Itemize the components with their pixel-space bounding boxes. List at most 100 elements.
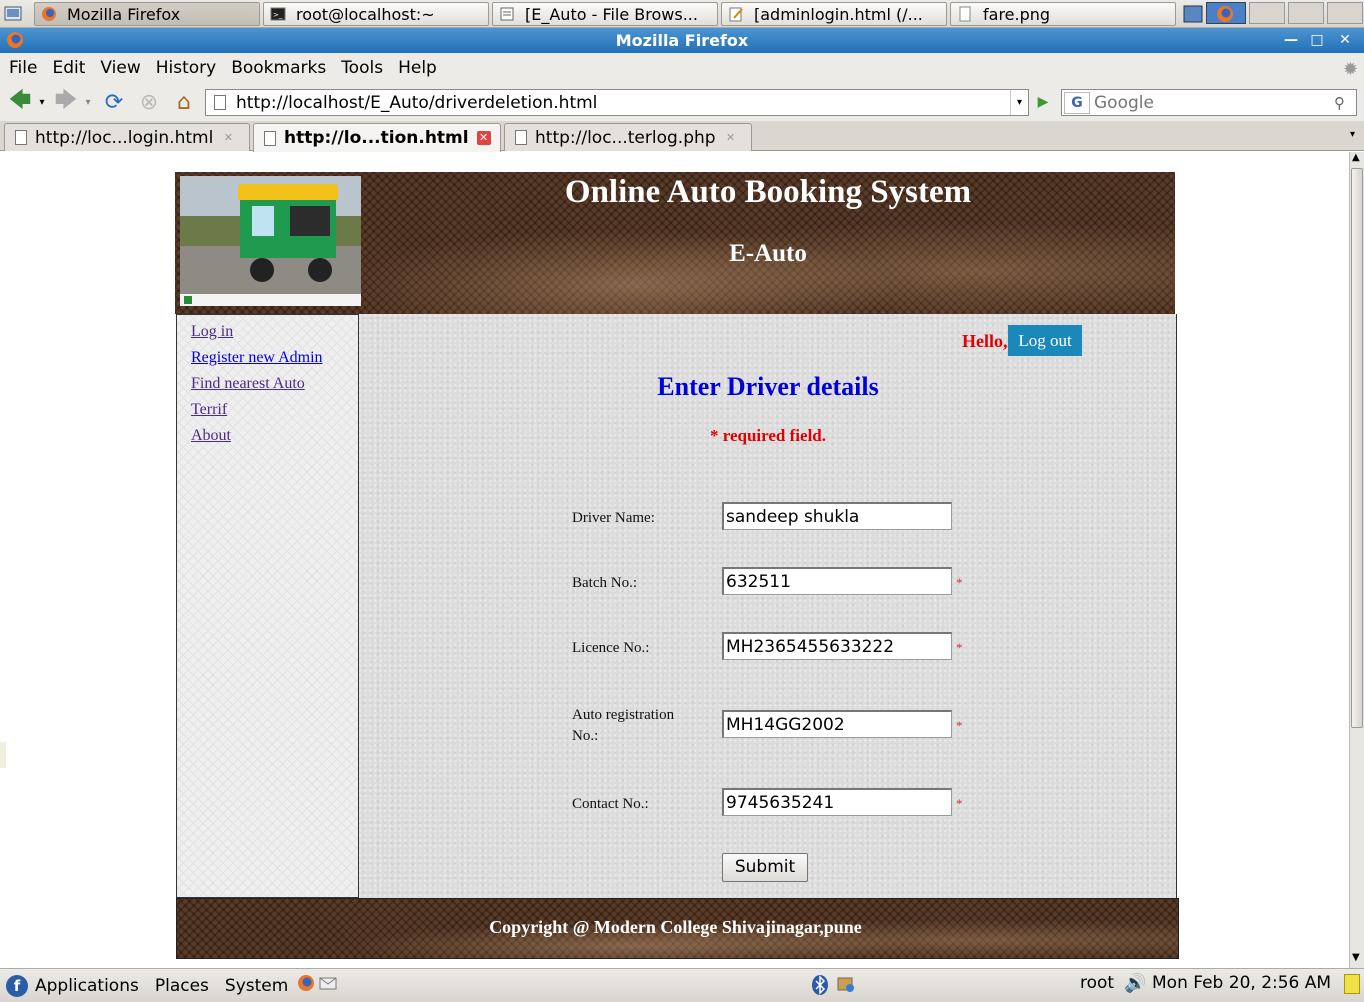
task-firefox[interactable]: Mozilla Firefox	[34, 2, 260, 26]
url-bar[interactable]	[205, 89, 1029, 116]
search-icon[interactable]: ⚲	[1334, 94, 1356, 112]
window-title: Mozilla Firefox	[615, 31, 749, 50]
menu-history[interactable]: History	[156, 58, 216, 78]
mail-launcher-icon[interactable]	[318, 973, 338, 998]
menu-file[interactable]: File	[9, 58, 37, 78]
google-engine-icon[interactable]: G	[1064, 91, 1090, 114]
tab-terlog[interactable]: http://loc...terlog.php ✕	[504, 123, 752, 151]
workspace-2[interactable]	[1249, 2, 1285, 24]
back-icon[interactable]: 🡄	[6, 88, 34, 115]
menu-bar: File Edit View History Bookmarks Tools H…	[0, 53, 1364, 83]
back-dropdown-icon[interactable]: ▾	[36, 89, 48, 115]
search-bar[interactable]: G ⚲	[1061, 89, 1357, 116]
workspace-3[interactable]	[1288, 2, 1324, 24]
update-notifier-icon[interactable]	[836, 974, 856, 999]
menu-help[interactable]: Help	[398, 58, 437, 78]
page-content: Online Auto Booking System E-Auto Log in…	[0, 152, 1349, 968]
auto-registration-label: Auto registration No.:	[572, 707, 675, 744]
task-file-browser[interactable]: [E_Auto - File Brows...	[492, 2, 718, 26]
notes-icon[interactable]	[1344, 974, 1360, 994]
copyright-text: Copyright @ Modern College Shivajinagar,…	[489, 917, 862, 937]
sidebar-link-about[interactable]: About	[191, 423, 358, 449]
window-titlebar: Mozilla Firefox — □ ✕	[0, 28, 1364, 53]
sidebar-link-find-auto[interactable]: Find nearest Auto	[191, 371, 358, 397]
places-menu[interactable]: Places	[155, 976, 209, 996]
home-icon[interactable]: ⌂	[170, 89, 198, 115]
firefox-icon	[41, 6, 57, 22]
workspace-4[interactable]	[1327, 2, 1363, 24]
clock[interactable]: Mon Feb 20, 2:56 AM	[1152, 973, 1331, 993]
menu-view[interactable]: View	[100, 58, 140, 78]
task-terminal[interactable]: >_ root@localhost:~	[263, 2, 489, 26]
page-icon	[515, 130, 527, 145]
close-icon[interactable]: ✕	[1334, 31, 1356, 50]
logout-button[interactable]: Log out	[1008, 325, 1082, 356]
task-label: root@localhost:~	[296, 4, 435, 24]
terminal-icon: >_	[270, 6, 286, 22]
tab-close-icon[interactable]: ✕	[724, 131, 738, 145]
sidebar-nav: Log in Register new Admin Find nearest A…	[176, 314, 359, 898]
site-header: Online Auto Booking System E-Auto	[175, 172, 1175, 314]
bluetooth-icon[interactable]	[810, 974, 830, 1001]
required-asterisk: *	[956, 718, 963, 733]
task-editor[interactable]: [adminlogin.html (/...	[721, 2, 947, 26]
svg-text:>_: >_	[273, 11, 283, 19]
required-note: * required field.	[709, 426, 826, 445]
maximize-icon[interactable]: □	[1306, 31, 1328, 50]
vertical-scrollbar[interactable]: ▲ ▼	[1349, 152, 1364, 968]
tab-label: http://lo...tion.html	[284, 128, 469, 148]
site-footer: Copyright @ Modern College Shivajinagar,…	[176, 898, 1179, 959]
search-input[interactable]	[1094, 92, 1334, 113]
scroll-down-icon[interactable]: ▼	[1352, 952, 1360, 963]
licence-no-input[interactable]	[722, 632, 952, 660]
go-icon[interactable]: ▶	[1032, 90, 1054, 115]
sidebar-link-login[interactable]: Log in	[191, 319, 358, 345]
minimize-icon[interactable]: —	[1280, 31, 1302, 50]
scrollbar-thumb[interactable]	[1351, 168, 1363, 728]
forward-icon[interactable]: 🡆	[52, 88, 80, 115]
show-desktop-icon[interactable]	[0, 2, 26, 26]
applications-menu[interactable]: Applications	[35, 976, 139, 996]
volume-icon[interactable]: 🔊	[1124, 973, 1146, 994]
top-panel: Mozilla Firefox >_ root@localhost:~ [E_A…	[0, 0, 1364, 28]
contact-no-label: Contact No.:	[572, 796, 649, 812]
forward-dropdown-icon[interactable]: ▾	[82, 89, 94, 115]
workspace-1[interactable]	[1206, 2, 1246, 24]
auto-registration-input[interactable]	[722, 710, 952, 738]
menu-bookmarks[interactable]: Bookmarks	[231, 58, 326, 78]
tab-close-icon[interactable]: ✕	[221, 131, 235, 145]
user-name[interactable]: root	[1080, 973, 1114, 993]
tab-driverdeletion[interactable]: http://lo...tion.html ✕	[253, 123, 501, 152]
task-label: fare.png	[983, 4, 1051, 24]
hello-text: Hello,	[962, 331, 1008, 351]
page-icon	[15, 130, 27, 145]
driver-name-input[interactable]	[722, 502, 952, 530]
url-dropdown-icon[interactable]: ▾	[1010, 90, 1028, 115]
tab-login[interactable]: http://loc...login.html ✕	[4, 123, 250, 151]
editor-icon	[728, 6, 744, 22]
sidebar-link-register-admin[interactable]: Register new Admin	[191, 345, 358, 371]
task-image-viewer[interactable]: fare.png	[950, 2, 1176, 26]
tab-list-icon[interactable]: ▾	[1350, 129, 1355, 140]
scroll-up-icon[interactable]: ▲	[1352, 152, 1360, 163]
fedora-logo-icon: f	[6, 974, 28, 997]
system-menu[interactable]: System	[225, 976, 288, 996]
stop-icon[interactable]: ⊗	[136, 89, 162, 115]
tab-label: http://loc...terlog.php	[535, 127, 716, 148]
task-label: [adminlogin.html (/...	[754, 4, 923, 24]
contact-no-input[interactable]	[722, 788, 952, 816]
tab-close-icon[interactable]: ✕	[476, 131, 491, 145]
sidebar-link-tariff[interactable]: Terrif	[191, 397, 358, 423]
menu-edit[interactable]: Edit	[52, 58, 85, 78]
firefox-icon[interactable]	[6, 31, 24, 49]
reload-icon[interactable]: ⟳	[100, 89, 128, 115]
site-subtitle: E-Auto	[729, 240, 807, 267]
workspace-switcher-icon[interactable]	[1180, 2, 1206, 26]
url-input[interactable]	[236, 92, 1028, 113]
menu-tools[interactable]: Tools	[341, 58, 383, 78]
form-heading: Enter Driver details	[657, 372, 879, 401]
firefox-launcher-icon[interactable]	[296, 973, 316, 998]
submit-button[interactable]: Submit	[722, 853, 808, 882]
batch-no-input[interactable]	[722, 567, 952, 595]
task-label: [E_Auto - File Brows...	[525, 4, 698, 24]
